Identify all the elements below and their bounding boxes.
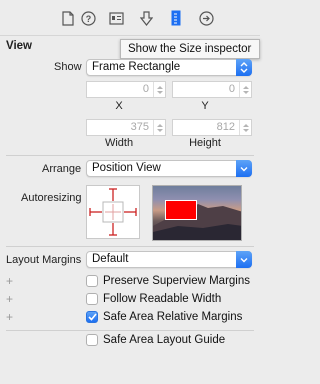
divider	[6, 155, 254, 156]
width-value: 375	[130, 121, 149, 133]
layout-margins-label: Layout Margins	[6, 254, 82, 266]
safe-area-layout-guide-checkbox[interactable]	[86, 334, 98, 346]
arrange-popup-value: Position View	[92, 162, 161, 174]
autoresizing-preview	[152, 185, 242, 241]
svg-text:?: ?	[85, 14, 91, 24]
chevron-down-icon	[236, 160, 252, 177]
chevron-down-icon	[236, 251, 252, 268]
y-field[interactable]: 0	[172, 81, 252, 98]
height-label: Height	[189, 137, 221, 149]
width-field[interactable]: 375	[86, 119, 166, 136]
add-variation-icon[interactable]: +	[6, 274, 13, 288]
follow-readable-width-label[interactable]: Follow Readable Width	[103, 292, 221, 306]
arrange-popup[interactable]: Position View	[86, 160, 252, 177]
height-field[interactable]: 812	[172, 119, 252, 136]
inspector-toolbar: ?	[0, 0, 260, 36]
layout-margins-popup[interactable]: Default	[86, 251, 252, 268]
safe-area-layout-guide-row: Safe Area Layout Guide	[6, 333, 256, 349]
show-popup-value: Frame Rectangle	[92, 61, 181, 73]
x-stepper[interactable]	[153, 82, 165, 97]
attributes-inspector-icon[interactable]	[138, 10, 154, 26]
layout-margins-value: Default	[92, 253, 129, 265]
show-popup[interactable]: Frame Rectangle	[86, 59, 252, 76]
add-variation-icon[interactable]: +	[6, 310, 13, 324]
width-stepper[interactable]	[153, 120, 165, 135]
safe-area-relative-margins-checkbox[interactable]	[86, 311, 98, 323]
autoresizing-label: Autoresizing	[21, 192, 82, 204]
show-label: Show	[54, 61, 82, 73]
identity-inspector-icon[interactable]	[108, 10, 124, 26]
autoresizing-control[interactable]	[86, 185, 140, 239]
divider	[6, 246, 254, 247]
y-stepper[interactable]	[239, 82, 251, 97]
view-section-title: View	[6, 40, 32, 52]
height-stepper[interactable]	[239, 120, 251, 135]
x-value: 0	[142, 83, 149, 95]
size-inspector-icon[interactable]	[168, 10, 184, 26]
preserve-superview-margins-row: + Preserve Superview Margins	[6, 274, 256, 290]
arrange-label: Arrange	[42, 163, 82, 175]
height-value: 812	[216, 121, 235, 133]
checkmark-icon	[87, 313, 97, 321]
safe-area-layout-guide-label[interactable]: Safe Area Layout Guide	[103, 333, 225, 347]
add-variation-icon[interactable]: +	[6, 292, 13, 306]
file-inspector-icon[interactable]	[60, 10, 76, 26]
safe-area-relative-margins-row: + Safe Area Relative Margins	[6, 310, 256, 326]
follow-readable-width-row: + Follow Readable Width	[6, 292, 256, 308]
x-field[interactable]: 0	[86, 81, 166, 98]
width-label: Width	[104, 137, 134, 149]
chevron-updown-icon	[236, 59, 252, 76]
quick-help-icon[interactable]: ?	[80, 10, 96, 26]
preserve-superview-margins-checkbox[interactable]	[86, 275, 98, 287]
preview-view-rect	[165, 200, 197, 220]
divider	[6, 330, 254, 331]
x-label: X	[115, 100, 123, 112]
safe-area-relative-margins-label[interactable]: Safe Area Relative Margins	[103, 310, 242, 324]
follow-readable-width-checkbox[interactable]	[86, 293, 98, 305]
connections-inspector-icon[interactable]	[198, 10, 214, 26]
y-value: 0	[228, 83, 235, 95]
size-inspector-tooltip: Show the Size inspector	[120, 39, 260, 59]
y-label: Y	[201, 100, 209, 112]
preserve-superview-margins-label[interactable]: Preserve Superview Margins	[103, 274, 250, 288]
